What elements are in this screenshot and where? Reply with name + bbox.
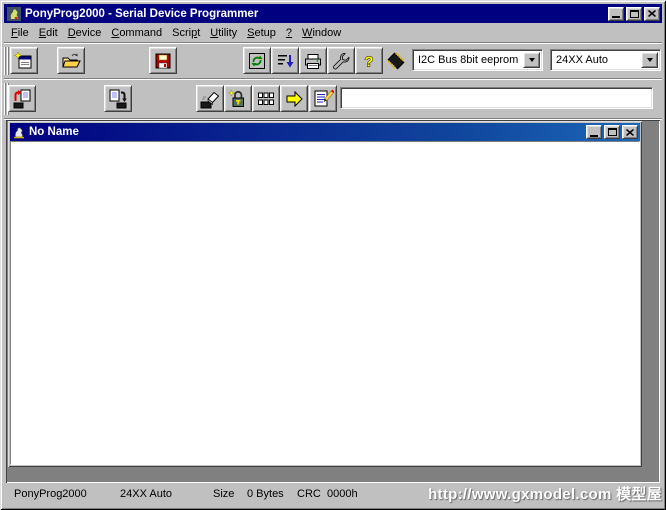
device-type-value: 24XX Auto xyxy=(551,54,639,66)
app-window: PonyProg2000 - Serial Device Programmer … xyxy=(0,0,666,510)
program-button[interactable] xyxy=(280,85,308,112)
device-type-dropdown-button[interactable] xyxy=(641,52,658,68)
statusbar: PonyProg2000 24XX Auto Size 0 Bytes CRC … xyxy=(4,483,662,506)
minimize-icon xyxy=(612,16,620,18)
combo-arrow-icon xyxy=(529,58,535,62)
pony-doc-icon xyxy=(12,125,26,139)
watermark: http://www.gxmodel.com 模型屋 xyxy=(428,483,662,506)
close-icon xyxy=(648,10,656,17)
svg-text:?: ? xyxy=(364,53,373,70)
child-window: No Name xyxy=(8,121,642,467)
print-button[interactable] xyxy=(299,47,327,74)
fuse-bits-icon xyxy=(255,88,277,110)
device-family-value: I2C Bus 8bit eeprom xyxy=(413,54,521,66)
close-icon xyxy=(626,129,634,136)
toolbar-commands xyxy=(4,80,662,118)
child-window-title: No Name xyxy=(29,126,586,138)
edit-notes-icon xyxy=(312,88,334,110)
printer-icon xyxy=(303,51,323,71)
menu-item-device[interactable]: Device xyxy=(63,25,107,41)
window-controls xyxy=(608,7,660,21)
write-device-icon xyxy=(107,88,129,110)
status-size-label: Size xyxy=(213,483,234,506)
titlebar[interactable]: PonyProg2000 - Serial Device Programmer xyxy=(4,4,662,23)
pony-app-icon xyxy=(7,7,21,21)
status-crc-value: 0000h xyxy=(327,483,358,506)
buffer-client-area[interactable] xyxy=(10,141,640,465)
maximize-icon xyxy=(608,128,617,136)
menu-item-window[interactable]: Window xyxy=(297,25,346,41)
read-device-icon xyxy=(11,88,33,110)
menu-item-setup[interactable]: Setup xyxy=(242,25,281,41)
erase-device-icon xyxy=(199,88,221,110)
doc-down-arrow-button[interactable] xyxy=(271,47,299,74)
reload-icon xyxy=(247,51,267,71)
minimize-icon xyxy=(590,135,598,137)
program-arrow-icon xyxy=(283,88,305,110)
menu-item-script[interactable]: Script xyxy=(167,25,205,41)
chip-icon xyxy=(383,47,409,74)
child-window-controls xyxy=(586,125,638,139)
close-button[interactable] xyxy=(644,7,660,21)
security-lock-icon xyxy=(227,88,249,110)
edit-notes-button[interactable] xyxy=(309,85,337,112)
fuse-bits-button[interactable] xyxy=(252,85,280,112)
combo-arrow-icon xyxy=(647,58,653,62)
mdi-workspace: No Name xyxy=(6,120,660,483)
save-button[interactable] xyxy=(149,47,177,74)
menu-item-edit[interactable]: Edit xyxy=(34,25,63,41)
open-folder-icon xyxy=(61,51,81,71)
maximize-icon xyxy=(630,10,639,18)
open-button[interactable] xyxy=(57,47,85,74)
new-file-icon xyxy=(14,51,34,71)
security-bits-button[interactable] xyxy=(224,85,252,112)
window-title: PonyProg2000 - Serial Device Programmer xyxy=(25,8,608,20)
device-family-dropdown-button[interactable] xyxy=(523,52,540,68)
help-button[interactable]: ? xyxy=(355,47,383,74)
device-type-combo[interactable]: 24XX Auto xyxy=(550,49,661,71)
device-family-combo[interactable]: I2C Bus 8bit eeprom xyxy=(412,49,543,71)
note-field[interactable] xyxy=(340,87,653,109)
save-icon xyxy=(153,51,173,71)
status-app-name: PonyProg2000 xyxy=(14,483,87,506)
write-device-button[interactable] xyxy=(104,85,132,112)
status-size-value: 0 Bytes xyxy=(247,483,284,506)
menu-item-help[interactable]: ? xyxy=(281,25,297,41)
read-device-button[interactable] xyxy=(8,85,36,112)
maximize-button[interactable] xyxy=(626,7,642,21)
wrench-icon xyxy=(331,51,351,71)
child-maximize-button[interactable] xyxy=(604,125,620,139)
status-crc-label: CRC xyxy=(297,483,321,506)
minimize-button[interactable] xyxy=(608,7,624,21)
toolbar-main: ? I2C Bus 8bit eeprom 24XX Auto xyxy=(4,44,662,78)
reload-button[interactable] xyxy=(243,47,271,74)
setup-button[interactable] xyxy=(327,47,355,74)
menu-item-utility[interactable]: Utility xyxy=(205,25,242,41)
menu-item-file[interactable]: File xyxy=(6,25,34,41)
note-input[interactable] xyxy=(341,88,652,108)
child-titlebar[interactable]: No Name xyxy=(10,123,640,141)
status-device: 24XX Auto xyxy=(120,483,172,506)
help-icon: ? xyxy=(359,51,379,71)
new-button[interactable] xyxy=(10,47,38,74)
child-minimize-button[interactable] xyxy=(586,125,602,139)
doc-down-arrow-icon xyxy=(275,51,295,71)
child-close-button[interactable] xyxy=(622,125,638,139)
menu-item-command[interactable]: Command xyxy=(106,25,167,41)
erase-device-button[interactable] xyxy=(196,85,224,112)
menubar: File Edit Device Command Script Utility … xyxy=(4,23,662,42)
